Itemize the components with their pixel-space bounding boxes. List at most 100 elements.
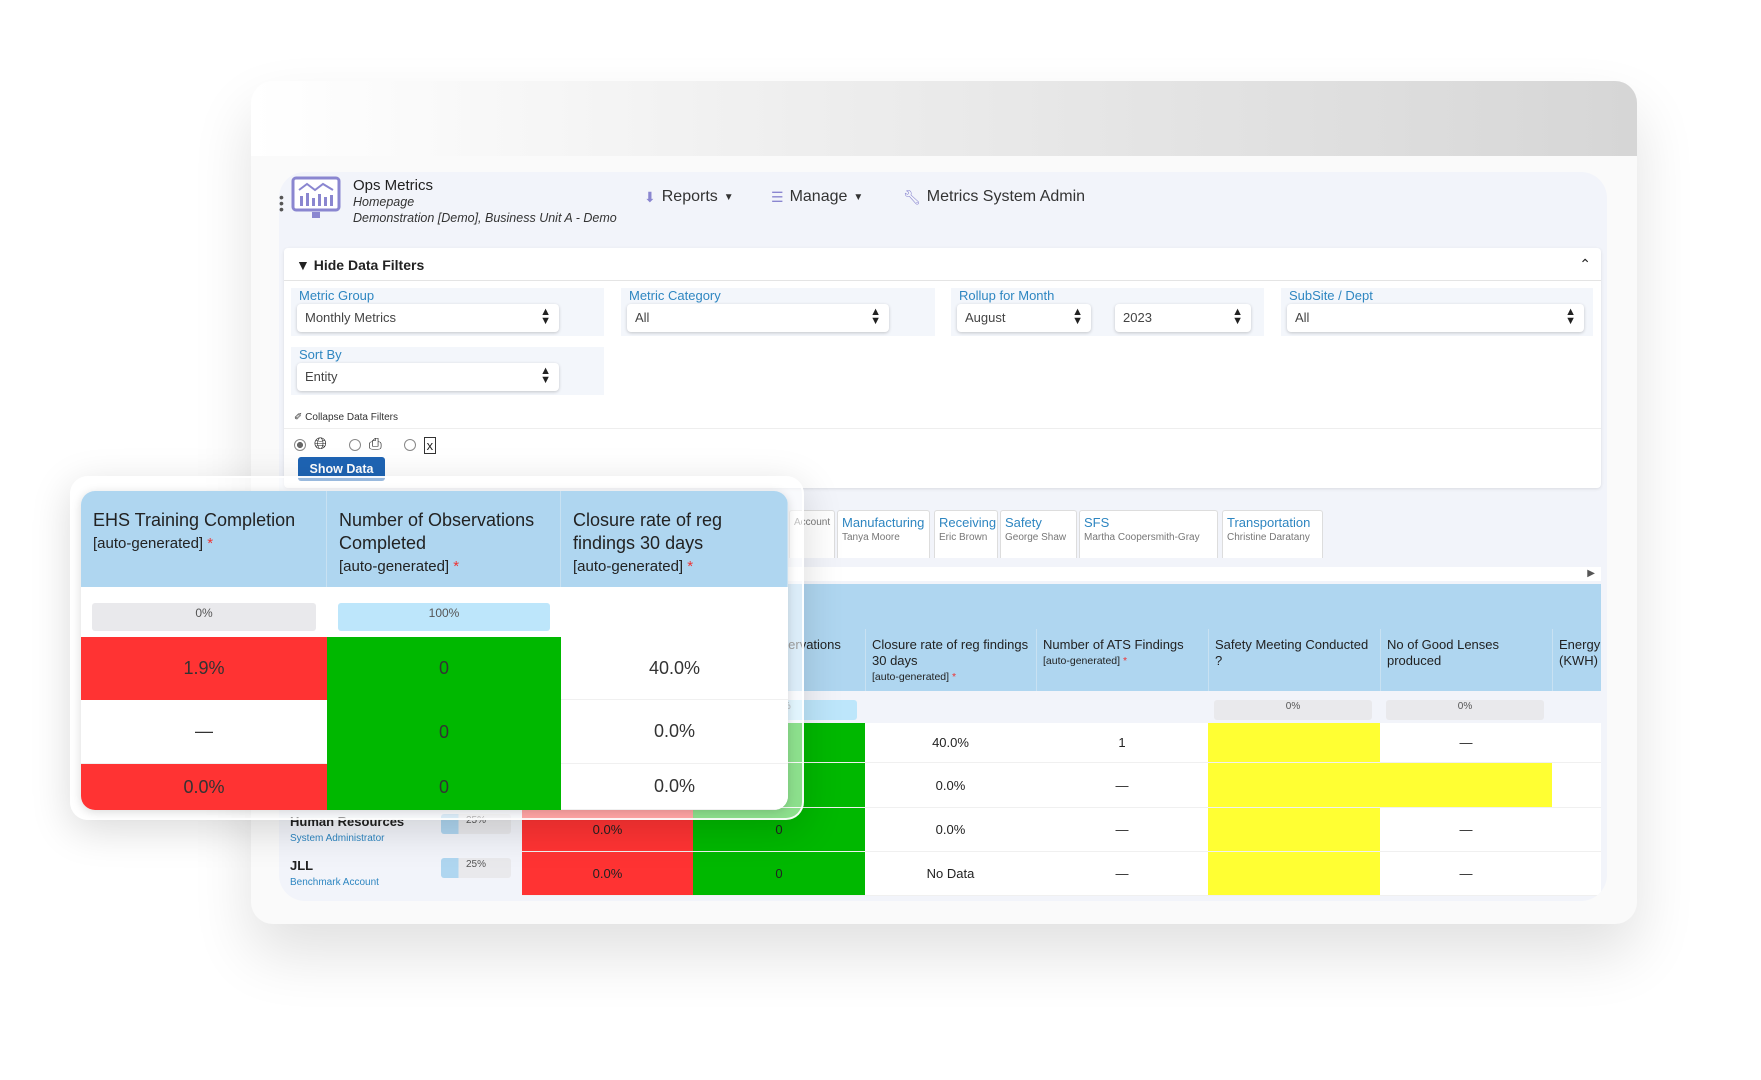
sort-arrows-icon: ▲ ▼ <box>1232 306 1243 327</box>
collapse-label: Collapse Data Filters <box>305 412 398 423</box>
tab-transportation[interactable]: Transportation Christine Daratany <box>1222 510 1323 558</box>
entity-role[interactable]: System Administrator <box>290 833 430 844</box>
reports-menu[interactable]: ⬇ Reports ▼ <box>644 188 734 206</box>
subsite-filter: SubSite / Dept All ▲ ▼ <box>1281 288 1593 336</box>
tab-safety[interactable]: Safety George Shaw <box>1000 510 1077 558</box>
sort-by-select[interactable]: Entity ▲ ▼ <box>297 363 559 391</box>
column-title: Energy (KWH) <box>1559 637 1601 668</box>
collapse-filters-link[interactable]: ✐ Collapse Data Filters <box>294 412 398 423</box>
table-cell: — <box>1036 852 1208 896</box>
subsite-label: SubSite / Dept <box>1289 288 1373 303</box>
year-select[interactable]: 2023 ▲ ▼ <box>1115 304 1251 332</box>
globe-icon: 🌐︎ <box>314 436 327 453</box>
tab-receiving[interactable]: Receiving Eric Brown <box>934 510 998 558</box>
tab-owner: Martha Coopersmith-Gray <box>1084 532 1200 543</box>
app-title: Ops Metrics <box>353 177 434 194</box>
tab-label: Manufacturing <box>842 515 925 530</box>
entity-progress-bar: 25% <box>441 858 511 878</box>
excel-file-icon: x <box>423 436 437 454</box>
radio-web[interactable] <box>294 439 306 451</box>
callout-progress-bar: 100% <box>338 603 550 631</box>
manage-label: Manage <box>789 188 848 205</box>
table-cell <box>1208 723 1380 763</box>
tab-owner: Christine Daratany <box>1227 532 1310 543</box>
required-star: * <box>687 558 694 575</box>
auto-generated-label: [auto-generated] * <box>1043 653 1202 669</box>
column-header[interactable]: Safety Meeting Conducted ? <box>1208 629 1380 691</box>
tab-sfs[interactable]: SFS Martha Coopersmith-Gray <box>1079 510 1218 558</box>
column-header[interactable]: No of Good Lenses produced <box>1380 629 1552 691</box>
window-titlebar <box>251 81 1637 156</box>
print-icon: ⎙ <box>368 436 382 453</box>
auto-generated-label: [auto-generated] * <box>872 669 1030 685</box>
column-header[interactable]: Closure rate of reg findings 30 days [aut… <box>865 629 1036 691</box>
zoom-callout-table: EHS Training Completion [auto-generated] … <box>81 491 788 810</box>
auto-label: [auto-generated] <box>573 558 684 575</box>
entity-cell[interactable]: JLL Benchmark Account <box>290 858 430 888</box>
tab-owner: Tanya Moore <box>842 532 900 543</box>
subsite-value: All <box>1295 310 1310 325</box>
callout-cell: 0 <box>327 637 561 700</box>
column-title: Closure rate of reg findings 30 days <box>573 510 723 553</box>
reports-label: Reports <box>661 188 718 205</box>
table-cell: — <box>1380 723 1552 763</box>
table-cell: 40.0% <box>865 723 1036 763</box>
scroll-right-icon[interactable]: ▶ <box>1587 568 1595 579</box>
page-name: Homepage <box>353 195 415 209</box>
tab-owner: George Shaw <box>1005 532 1067 543</box>
metric-group-value: Monthly Metrics <box>305 310 397 325</box>
column-header[interactable]: Energy (KWH) <box>1552 629 1601 691</box>
sort-arrows-icon: ▲ ▼ <box>870 306 881 327</box>
callout-cell: 1.9% <box>81 637 327 700</box>
sort-arrows-icon: ▲ ▼ <box>540 306 551 327</box>
monitor-chart-icon <box>291 176 341 218</box>
rollup-month-filter: Rollup for Month August ▲ ▼ 2023 ▲ ▼ <box>951 288 1264 336</box>
metrics-admin-link[interactable]: 🔧︎ Metrics System Admin <box>903 188 1085 206</box>
table-cell: — <box>1380 808 1552 852</box>
auto-label: [auto-generated] <box>339 558 450 575</box>
metric-group-select[interactable]: Monthly Metrics ▲ ▼ <box>297 304 559 332</box>
column-header[interactable]: Number of ATS Findings [auto-generated] * <box>1036 629 1208 691</box>
filter-icon: ▼ <box>296 257 310 273</box>
divider <box>284 280 1601 281</box>
required-star: * <box>453 558 460 575</box>
auto-generated-label: [auto-generated] * <box>339 555 548 578</box>
tab-manufacturing[interactable]: Manufacturing Tanya Moore <box>837 510 930 558</box>
sort-arrows-icon: ▲ ▼ <box>1565 306 1576 327</box>
admin-label: Metrics System Admin <box>926 188 1086 205</box>
callout-cell: 40.0% <box>561 637 788 700</box>
chevron-up-icon[interactable]: ⌃ <box>1579 256 1591 273</box>
page-subtitle: Homepage Demonstration [Demo], Business U… <box>353 194 617 226</box>
table-cell <box>1552 852 1601 896</box>
required-star: * <box>1122 655 1128 667</box>
entity-role[interactable]: Benchmark Account <box>290 877 430 888</box>
auto-label: [auto-generated] <box>93 535 204 552</box>
callout-cell: 0 <box>327 764 561 810</box>
month-select[interactable]: August ▲ ▼ <box>957 304 1091 332</box>
subsite-select[interactable]: All ▲ ▼ <box>1287 304 1584 332</box>
metric-category-select[interactable]: All ▲ ▼ <box>627 304 889 332</box>
callout-cell: 0.0% <box>561 700 788 764</box>
sliders-icon: ☰ <box>771 188 784 205</box>
table-cell: No Data <box>865 852 1036 896</box>
divider <box>284 428 1601 429</box>
manage-menu[interactable]: ☰ Manage ▼ <box>771 188 863 206</box>
table-cell <box>1208 808 1380 852</box>
column-title: EHS Training Completion <box>93 510 296 530</box>
radio-print[interactable] <box>348 439 361 451</box>
radio-excel[interactable] <box>403 439 416 451</box>
column-title: Number of ATS Findings <box>1043 637 1184 652</box>
table-cell: — <box>1036 763 1208 808</box>
compress-icon: ✐ <box>294 412 303 423</box>
hide-filters-toggle[interactable]: ▼ Hide Data Filters <box>296 257 424 273</box>
table-cell: 0.0% <box>865 763 1036 808</box>
output-options: 🌐︎ ⎙ x <box>294 436 437 454</box>
context-label: Demonstration [Demo], Business Unit A - … <box>353 211 617 225</box>
table-cell <box>1208 763 1380 808</box>
menu-dots-icon[interactable]: • • • <box>279 190 284 216</box>
tab-owner: Eric Brown <box>939 532 988 543</box>
data-filters-panel: ▼ Hide Data Filters ⌃ Metric Group Month… <box>284 248 1601 488</box>
wrench-icon: 🔧︎ <box>903 188 921 205</box>
entity-name[interactable]: JLL <box>290 858 430 873</box>
metric-category-label: Metric Category <box>629 288 721 303</box>
